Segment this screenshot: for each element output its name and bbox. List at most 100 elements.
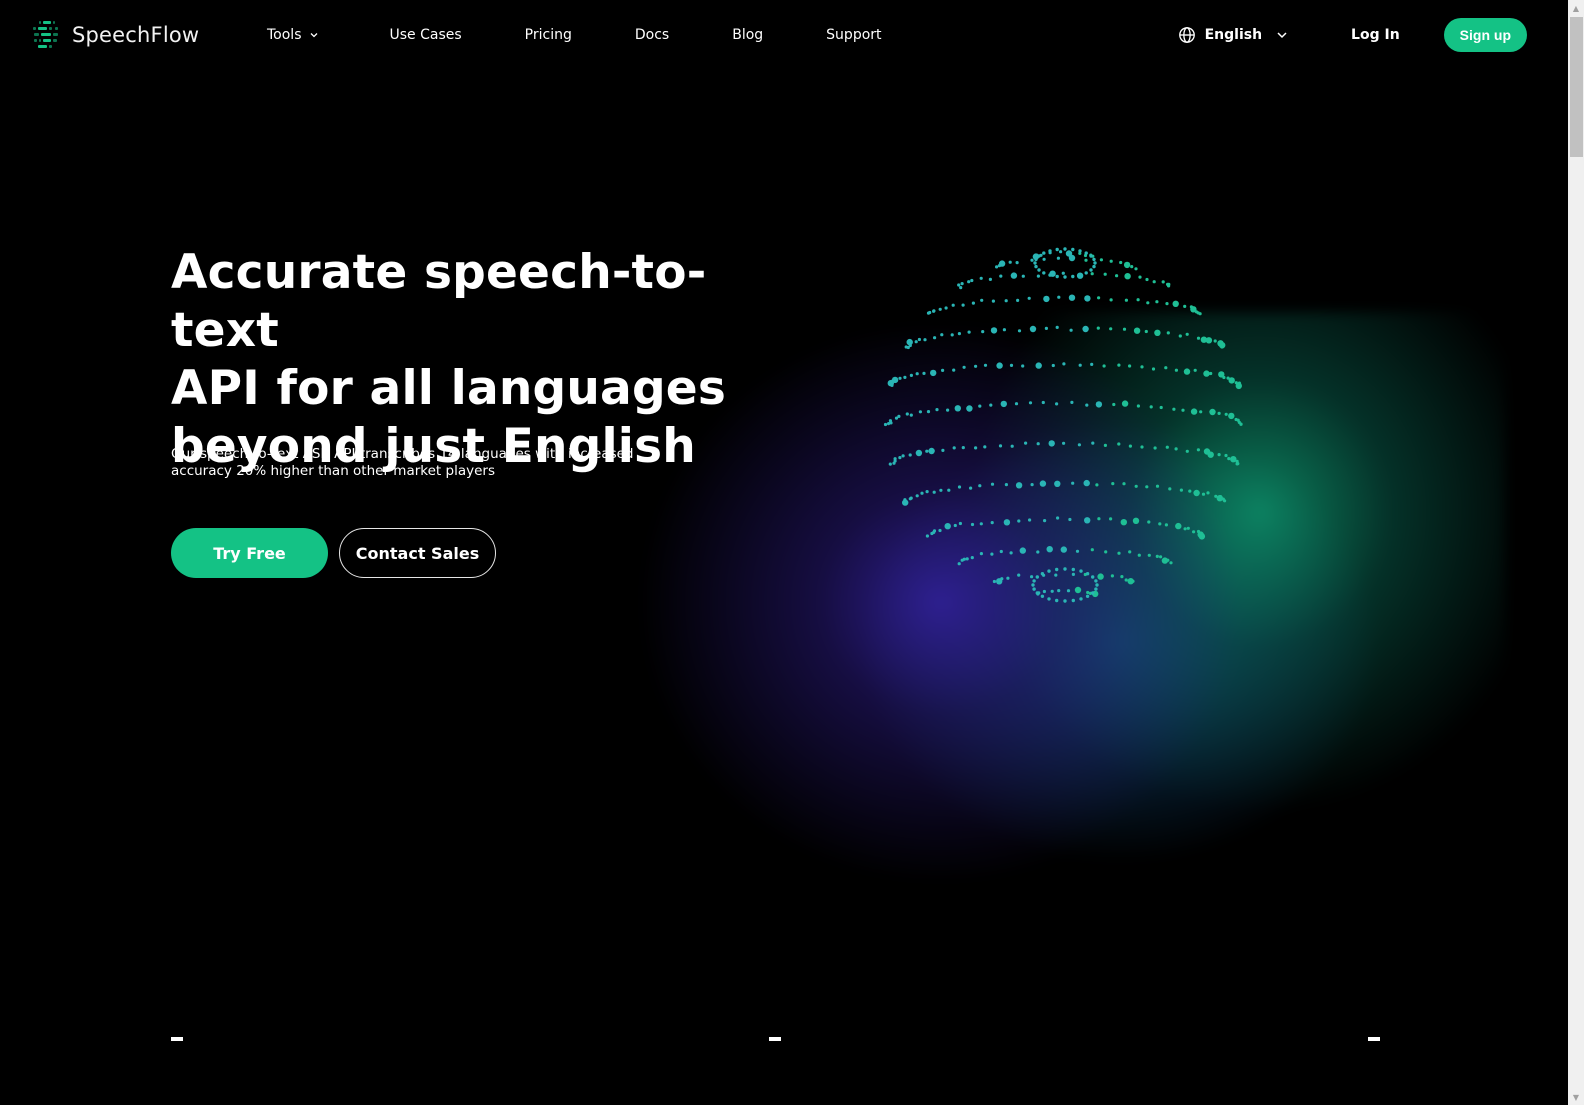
vertical-scrollbar[interactable]: ▲ ▼ <box>1568 0 1584 1105</box>
nav-pricing[interactable]: Pricing <box>525 24 572 46</box>
globe-dot <box>1109 327 1113 331</box>
globe-dot <box>1043 519 1047 523</box>
nav-docs[interactable]: Docs <box>635 24 669 46</box>
globe-dot <box>1136 298 1140 302</box>
globe-dot <box>990 482 995 486</box>
globe-dot <box>1137 553 1141 557</box>
globe-dot <box>1207 451 1214 458</box>
globe-dot <box>1048 249 1052 253</box>
globe-dot <box>1040 594 1045 598</box>
globe-dot <box>909 373 913 377</box>
globe-dot <box>970 556 974 560</box>
hero-title: Accurate speech-to-text API for all lang… <box>171 244 791 476</box>
globe-dot <box>1079 597 1083 601</box>
globe-dot <box>1151 367 1156 371</box>
globe-dot <box>1057 589 1061 593</box>
globe-dot <box>957 562 961 566</box>
globe-dot <box>1024 441 1028 445</box>
globe-dot <box>1140 365 1144 369</box>
globe-dot <box>1028 401 1033 405</box>
globe-dot <box>957 332 961 336</box>
globe-dot <box>1042 257 1046 261</box>
login-link[interactable]: Log In <box>1351 27 1400 43</box>
nav-blog[interactable]: Blog <box>732 24 763 46</box>
globe-dot <box>1159 555 1163 559</box>
globe-dot <box>1094 587 1098 591</box>
globe-dot <box>1048 440 1055 447</box>
globe-dot <box>1035 591 1039 595</box>
globe-dot <box>933 336 937 340</box>
globe-dot <box>1128 550 1132 554</box>
globe-dot <box>988 277 992 281</box>
globe-dot <box>1097 573 1104 580</box>
globe-dot <box>1153 446 1157 450</box>
globe-dot <box>1201 492 1206 496</box>
globe-dot <box>979 522 983 526</box>
nav-tools[interactable]: Tools <box>267 24 319 46</box>
globe-dot <box>1193 489 1200 497</box>
globe-dot <box>1209 371 1213 376</box>
globe-dot <box>1172 300 1179 307</box>
globe-dot <box>1048 273 1052 277</box>
globe-dot <box>940 333 944 337</box>
globe-dot <box>1159 405 1163 410</box>
language-label: English <box>1204 27 1263 43</box>
globe-dot <box>1165 302 1169 306</box>
globe-dot <box>1128 364 1132 368</box>
globe-dot <box>1144 329 1148 334</box>
globe-dot <box>1014 402 1019 406</box>
globe-dot <box>1103 443 1107 447</box>
globe-dot <box>1003 519 1011 526</box>
stat-placeholder-dash <box>171 1037 183 1041</box>
globe-dot <box>1190 408 1198 415</box>
globe-dot <box>1203 370 1210 377</box>
globe-dot <box>996 362 1003 369</box>
globe-dot <box>998 260 1006 267</box>
logo-link[interactable]: SpeechFlow <box>30 18 199 52</box>
scroll-up-arrow-icon[interactable]: ▲ <box>1568 0 1584 16</box>
globe-dot <box>1010 272 1018 279</box>
globe-dot <box>1145 485 1149 489</box>
globe-dot <box>906 338 913 346</box>
globe-dot <box>1133 327 1141 334</box>
globe-dot <box>1032 579 1036 583</box>
globe-dot <box>1185 332 1189 336</box>
globe-dot <box>979 552 983 556</box>
globe-dot <box>990 327 998 334</box>
globe-dot <box>1091 441 1095 445</box>
globe-dot <box>1097 296 1101 300</box>
scrollbar-thumb[interactable] <box>1570 17 1583 157</box>
hero-subtitle-line: Our speech-to-text ASR API transcribes 1… <box>171 446 634 462</box>
globe-dot <box>1054 573 1058 577</box>
globe-dot <box>1037 268 1041 272</box>
scroll-down-arrow-icon[interactable]: ▼ <box>1568 1089 1584 1105</box>
hero-title-line: Accurate speech-to-text <box>171 245 707 358</box>
try-free-button[interactable]: Try Free <box>171 528 328 578</box>
globe-dot <box>1041 400 1045 405</box>
nav-use-cases[interactable]: Use Cases <box>390 24 462 46</box>
language-selector[interactable]: English <box>1178 26 1288 44</box>
globe-dot <box>1084 517 1091 524</box>
globe-dot <box>1089 254 1093 258</box>
signup-button[interactable]: Sign up <box>1443 18 1527 52</box>
globe-dot <box>1019 547 1026 554</box>
globe-dot <box>1089 268 1093 272</box>
globe-dot <box>922 371 926 375</box>
globe-dot <box>1149 405 1153 409</box>
globe-dot <box>1084 271 1088 275</box>
globe-dot <box>1217 453 1221 457</box>
globe-dot <box>961 303 965 307</box>
globe-dot <box>1071 572 1075 576</box>
globe-dot <box>909 413 913 417</box>
globe-dot <box>1095 583 1099 587</box>
nav-support[interactable]: Support <box>826 24 881 46</box>
globe-dot <box>957 283 961 287</box>
globe-dot <box>1102 364 1106 368</box>
contact-sales-button[interactable]: Contact Sales <box>339 528 496 578</box>
globe-dot <box>1082 325 1089 333</box>
chevron-down-icon <box>310 33 317 38</box>
globe-dot <box>1030 258 1034 262</box>
globe-dot <box>1092 257 1096 262</box>
globe-dot <box>1070 400 1074 404</box>
globe-dot <box>1090 362 1094 366</box>
